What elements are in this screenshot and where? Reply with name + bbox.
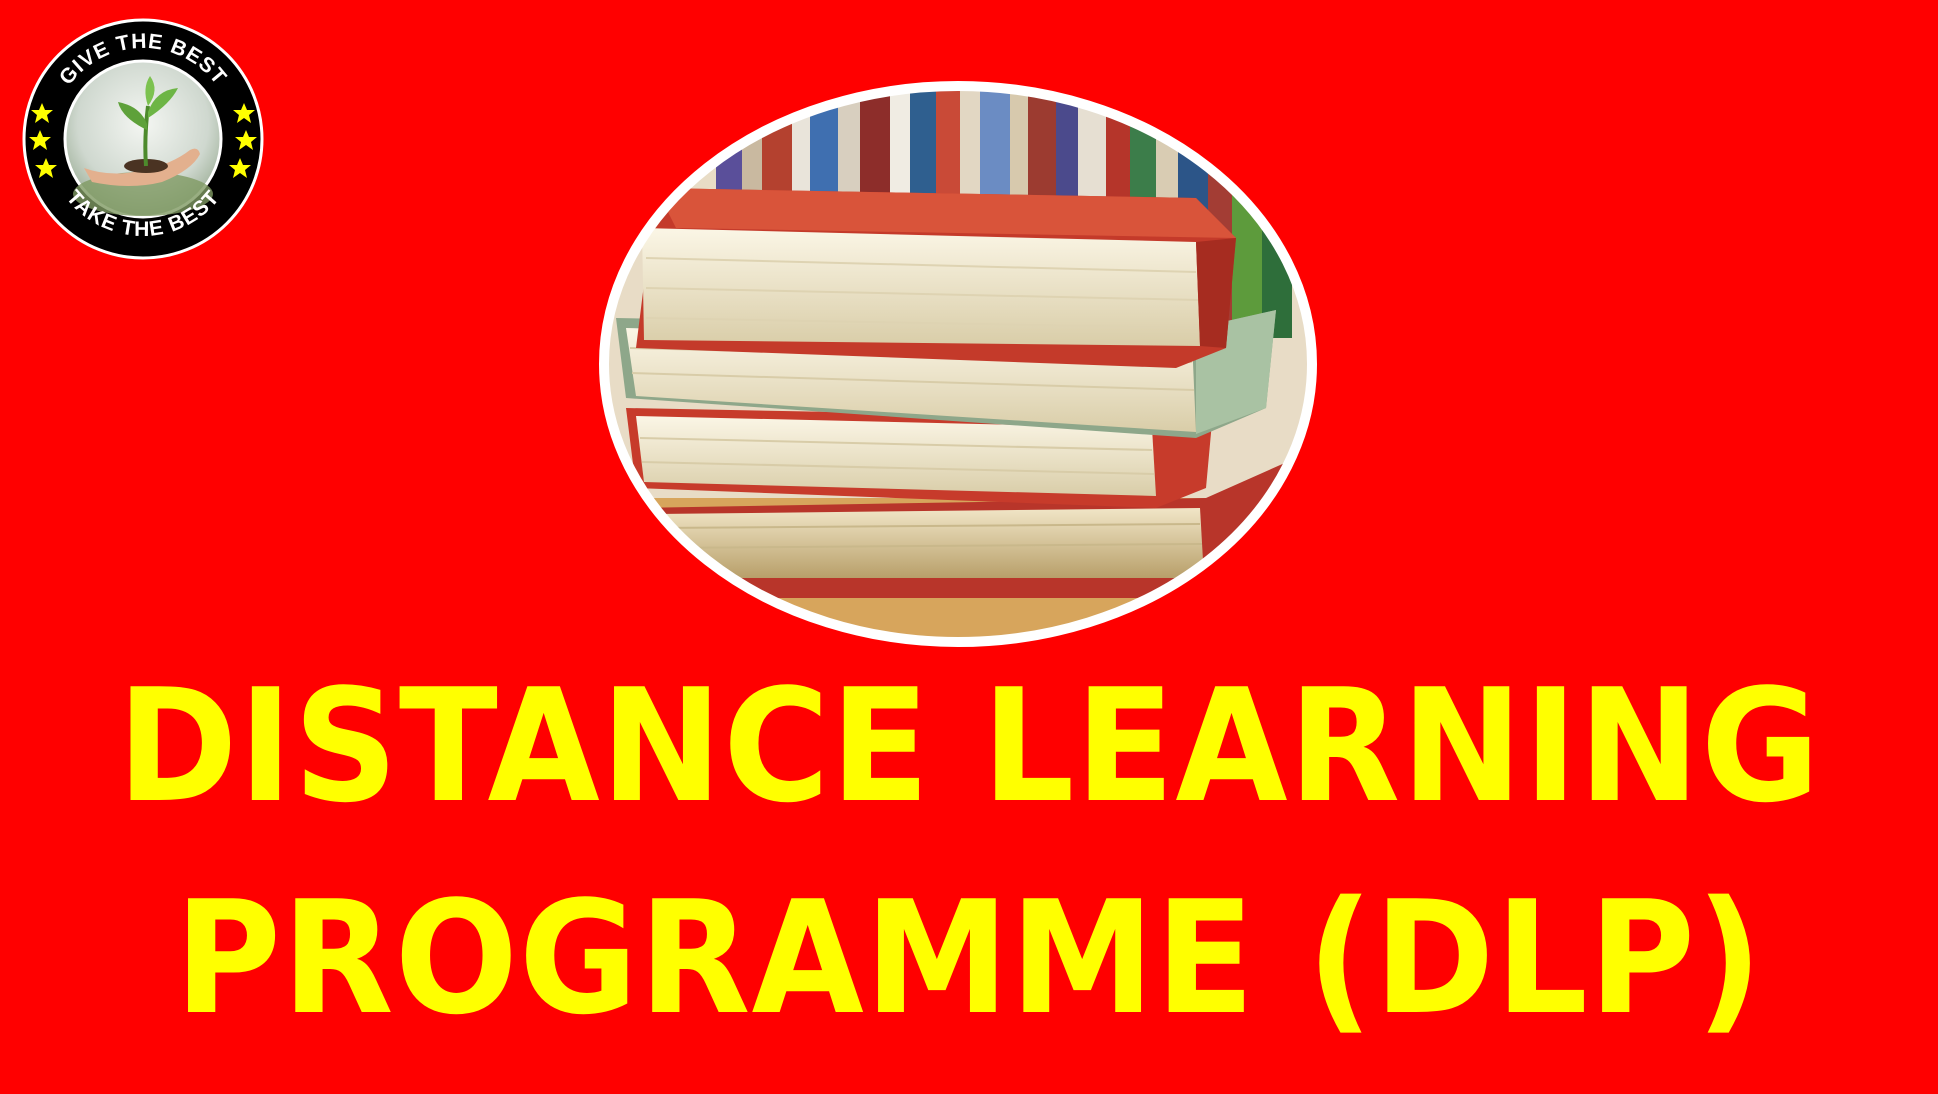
stack-of-books-icon: [599, 81, 1317, 647]
seedling-in-hand-icon: GIVE THE BEST TAKE THE BEST: [22, 18, 264, 260]
logo-badge: GIVE THE BEST TAKE THE BEST: [22, 18, 264, 260]
headline-line-2: PROGRAMME (DLP): [174, 867, 1764, 1049]
books-illustration: [596, 78, 1320, 650]
headline-line-1: DISTANCE LEARNING: [117, 655, 1821, 837]
